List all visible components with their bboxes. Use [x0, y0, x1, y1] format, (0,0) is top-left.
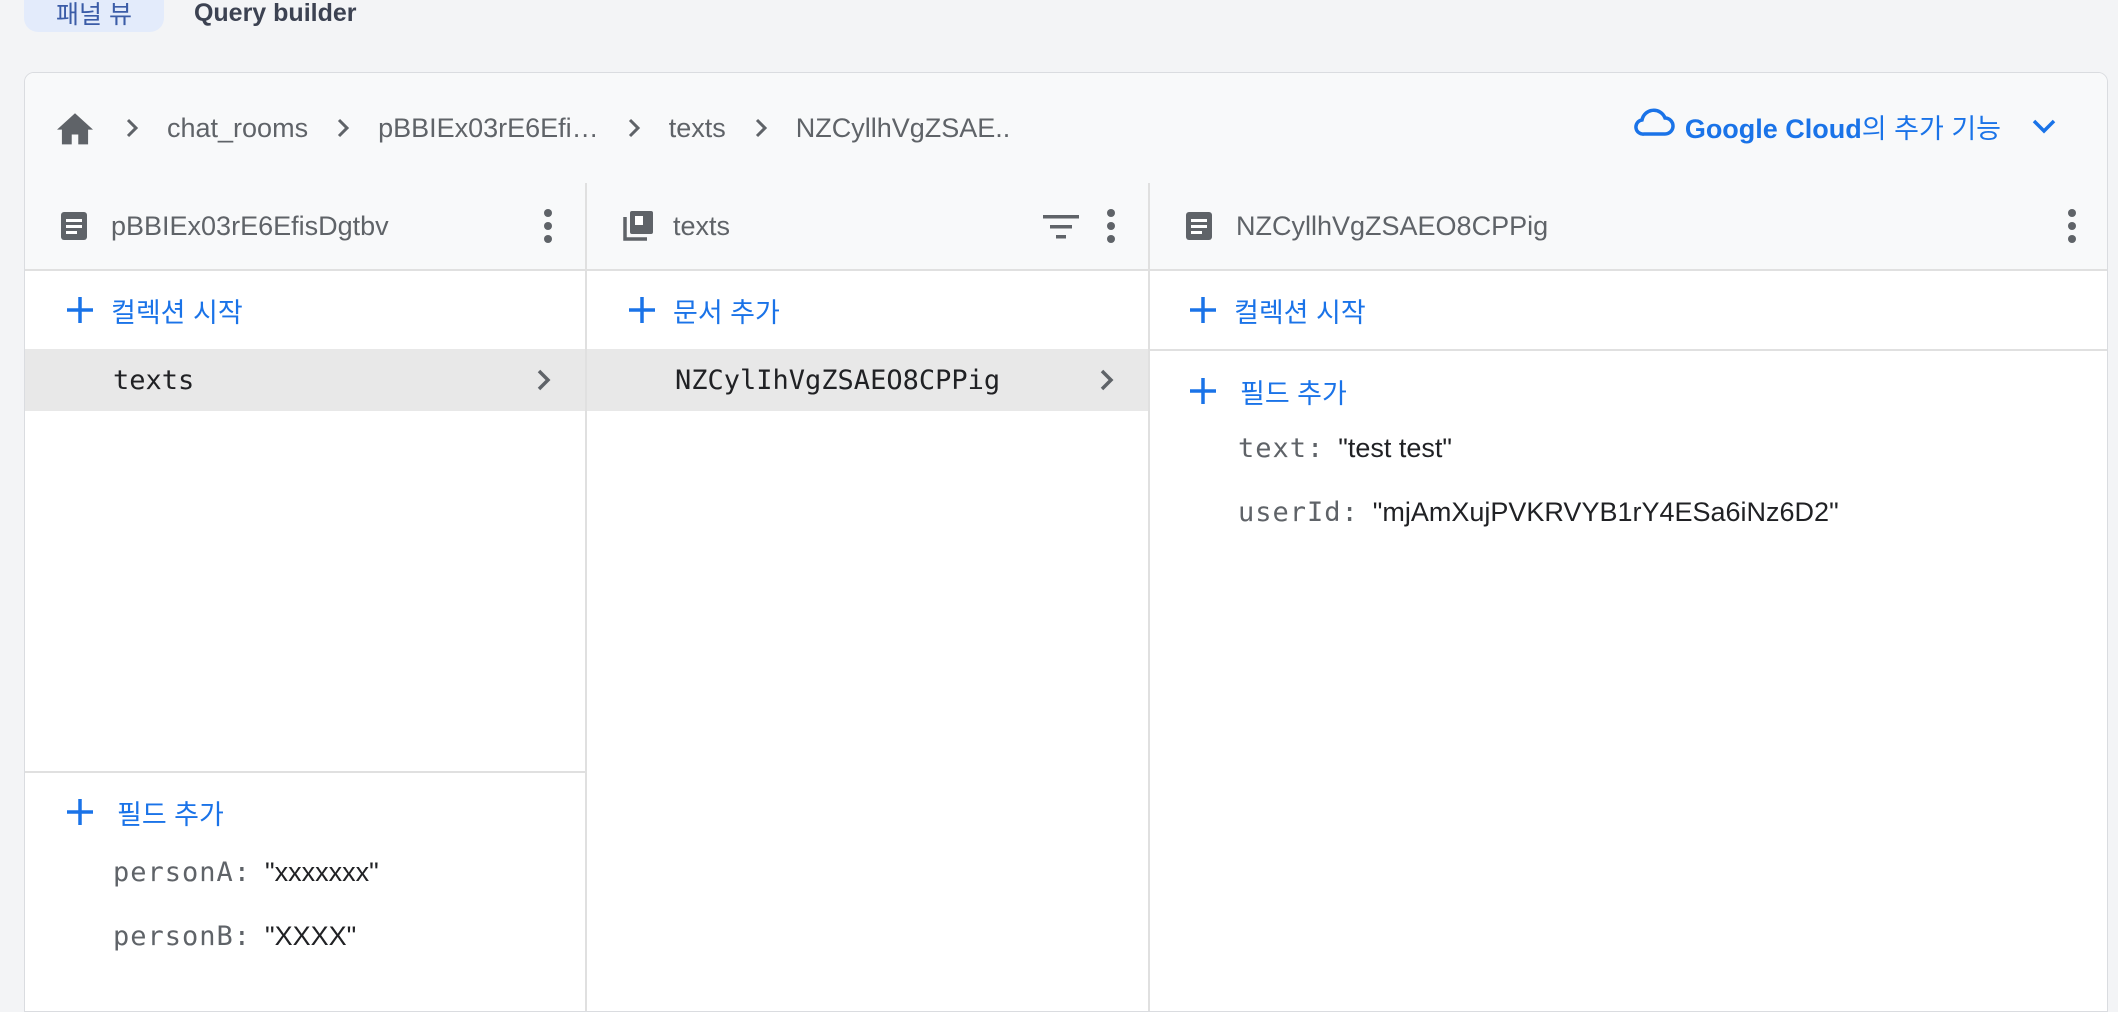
field-key: personB:: [113, 921, 252, 952]
google-cloud-extras-label: 의 추가 기능: [1861, 114, 2001, 144]
column-title: pBBIEx03rE6EfisDgtbv: [111, 210, 389, 241]
more-vert-icon[interactable]: [2065, 208, 2079, 244]
field-value: "xxxxxxx": [265, 857, 379, 887]
breadcrumb-item-text-doc[interactable]: NZCyllhVgZSAE..: [796, 113, 1011, 144]
start-collection-button[interactable]: 컬렉션 시작: [1150, 271, 2107, 351]
chevron-right-icon: [1092, 365, 1122, 395]
add-document-label: 문서 추가: [673, 297, 780, 328]
plus-icon: [63, 293, 97, 327]
cloud-icon: [1633, 108, 1675, 145]
more-vert-icon[interactable]: [541, 208, 555, 244]
more-vert-icon[interactable]: [1104, 208, 1118, 244]
add-field-button[interactable]: 필드 추가: [25, 773, 585, 851]
column-header: NZCyllhVgZSAEO8CPPig: [1150, 183, 2107, 271]
field-row[interactable]: userId: "mjAmXujPVKRVYB1rY4ESa6iNz6D2": [1238, 497, 2107, 561]
plus-icon: [1186, 374, 1220, 408]
chevron-right-icon: [529, 365, 559, 395]
list-item[interactable]: texts: [25, 349, 585, 411]
breadcrumb-item-chat-rooms[interactable]: chat_rooms: [167, 113, 308, 144]
chevron-right-icon: [748, 115, 774, 141]
column-title: texts: [673, 210, 731, 241]
firestore-panel: chat_rooms pBBIEx03rE6Efi… texts NZCyllh…: [24, 72, 2108, 1012]
breadcrumb-item-texts[interactable]: texts: [669, 113, 726, 144]
add-field-label: 필드 추가: [117, 799, 224, 830]
field-list: personA: "xxxxxxx" personB: "XXXX": [25, 851, 585, 985]
add-document-button[interactable]: 문서 추가: [587, 271, 1148, 351]
chevron-down-icon: [2031, 111, 2057, 142]
chevron-right-icon: [621, 115, 647, 141]
google-cloud-brand: Google Cloud: [1684, 114, 1862, 144]
document-column-text: NZCyllhVgZSAEO8CPPig 컬렉션 시작 필드 추가 text: …: [1150, 183, 2107, 1011]
tab-query-builder[interactable]: Query builder: [164, 0, 389, 32]
field-value: "XXXX": [265, 921, 357, 951]
field-key: personA:: [113, 857, 252, 888]
document-icon: [1184, 209, 1218, 243]
tab-panel-view[interactable]: 패널 뷰: [24, 0, 164, 32]
chevron-right-icon: [119, 115, 145, 141]
column-header: pBBIEx03rE6EfisDgtbv: [25, 183, 585, 271]
list-item-label: NZCylIhVgZSAEO8CPPig: [675, 364, 1001, 396]
field-row[interactable]: personA: "xxxxxxx": [113, 857, 585, 921]
add-field-button[interactable]: 필드 추가: [1150, 351, 2107, 431]
start-collection-button[interactable]: 컬렉션 시작: [25, 271, 585, 351]
plus-icon: [625, 293, 659, 327]
column-header: texts: [587, 183, 1148, 271]
add-field-label: 필드 추가: [1240, 378, 1347, 409]
start-collection-label: 컬렉션 시작: [111, 297, 243, 328]
collection-column-texts: texts 문서 추가 NZCylIhVgZSAEO8CPPig: [587, 183, 1150, 1011]
breadcrumb-item-room-doc[interactable]: pBBIEx03rE6Efi…: [378, 113, 599, 144]
field-value: "test test": [1338, 433, 1452, 463]
start-collection-label: 컬렉션 시작: [1234, 297, 1366, 328]
field-key: text:: [1238, 433, 1325, 464]
collection-icon: [621, 209, 655, 243]
field-row[interactable]: text: "test test": [1238, 433, 2107, 497]
list-item-label: texts: [113, 364, 195, 396]
field-list: text: "test test" userId: "mjAmXujPVKRVY…: [1150, 431, 2107, 561]
field-value: "mjAmXujPVKRVYB1rY4ESa6iNz6D2": [1372, 497, 1839, 527]
google-cloud-extras-dropdown[interactable]: Google Cloud의 추가 기능: [1633, 107, 2057, 146]
document-icon: [59, 209, 93, 243]
breadcrumb: chat_rooms pBBIEx03rE6Efi… texts NZCyllh…: [25, 73, 2107, 185]
field-row[interactable]: personB: "XXXX": [113, 921, 585, 985]
home-icon[interactable]: [55, 107, 97, 149]
field-key: userId:: [1238, 497, 1359, 528]
filter-icon[interactable]: [1042, 213, 1080, 241]
plus-icon: [63, 795, 97, 829]
fields-section: 필드 추가 personA: "xxxxxxx" personB: "XXXX": [25, 771, 585, 985]
plus-icon: [1186, 293, 1220, 327]
column-title: NZCyllhVgZSAEO8CPPig: [1236, 210, 1549, 241]
view-tabs: 패널 뷰 Query builder: [24, 0, 389, 40]
list-item[interactable]: NZCylIhVgZSAEO8CPPig: [587, 349, 1148, 411]
chevron-right-icon: [330, 115, 356, 141]
document-column-room: pBBIEx03rE6EfisDgtbv 컬렉션 시작 texts 필드 추가: [25, 183, 587, 1011]
